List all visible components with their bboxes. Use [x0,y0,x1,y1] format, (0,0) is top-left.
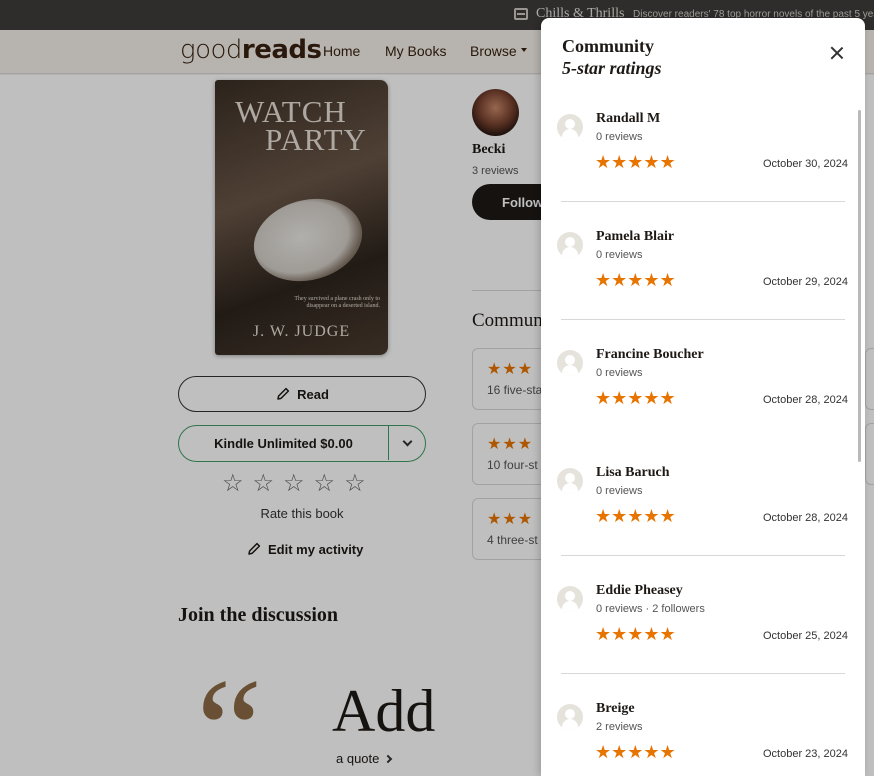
rating-date: October 23, 2024 [762,748,848,760]
item-divider [561,201,845,202]
user-avatar-icon[interactable] [557,704,583,730]
panel-subtitle: 5-star ratings [562,58,662,78]
user-meta: 0 reviews [596,485,643,497]
five-star-rating: ★★★★★ [595,388,676,408]
user-meta: 2 reviews [596,721,643,733]
item-divider [561,673,845,674]
five-star-rating: ★★★★★ [595,506,676,526]
rating-date: October 29, 2024 [762,276,848,288]
close-icon[interactable] [827,43,847,63]
rating-item: Breige 2 reviews ★★★★★ October 23, 2024 [541,691,857,776]
rating-date: October 28, 2024 [762,512,848,524]
user-avatar-icon[interactable] [557,586,583,612]
rating-date: October 30, 2024 [762,158,848,170]
user-name[interactable]: Eddie Pheasey [596,583,683,599]
rating-item: Randall M 0 reviews ★★★★★ October 30, 20… [541,101,857,219]
rating-date: October 25, 2024 [762,630,848,642]
user-avatar-icon[interactable] [557,350,583,376]
user-name[interactable]: Breige [596,701,635,717]
rating-item: Lisa Baruch 0 reviews ★★★★★ October 28, … [541,455,857,573]
ratings-list: Randall M 0 reviews ★★★★★ October 30, 20… [541,101,857,776]
rating-item: Pamela Blair 0 reviews ★★★★★ October 29,… [541,219,857,337]
user-meta: 0 reviews · 2 followers [596,603,705,615]
rating-item: Francine Boucher 0 reviews ★★★★★ October… [541,337,857,455]
five-star-rating: ★★★★★ [595,742,676,762]
user-name[interactable]: Francine Boucher [596,347,704,363]
five-star-rating: ★★★★★ [595,270,676,290]
user-avatar-icon[interactable] [557,114,583,140]
five-star-rating: ★★★★★ [595,624,676,644]
user-name[interactable]: Randall M [596,111,660,127]
user-meta: 0 reviews [596,367,643,379]
item-divider [561,319,845,320]
panel-title: Community [562,36,655,56]
user-avatar-icon[interactable] [557,468,583,494]
rating-item: Eddie Pheasey 0 reviews · 2 followers ★★… [541,573,857,691]
community-ratings-panel: Community 5-star ratings Randall M 0 rev… [541,18,865,776]
user-avatar-icon[interactable] [557,232,583,258]
five-star-rating: ★★★★★ [595,152,676,172]
user-name[interactable]: Pamela Blair [596,229,674,245]
panel-scrollbar[interactable] [858,110,861,462]
item-divider [561,555,845,556]
user-meta: 0 reviews [596,131,643,143]
user-meta: 0 reviews [596,249,643,261]
user-name[interactable]: Lisa Baruch [596,465,670,481]
rating-date: October 28, 2024 [762,394,848,406]
